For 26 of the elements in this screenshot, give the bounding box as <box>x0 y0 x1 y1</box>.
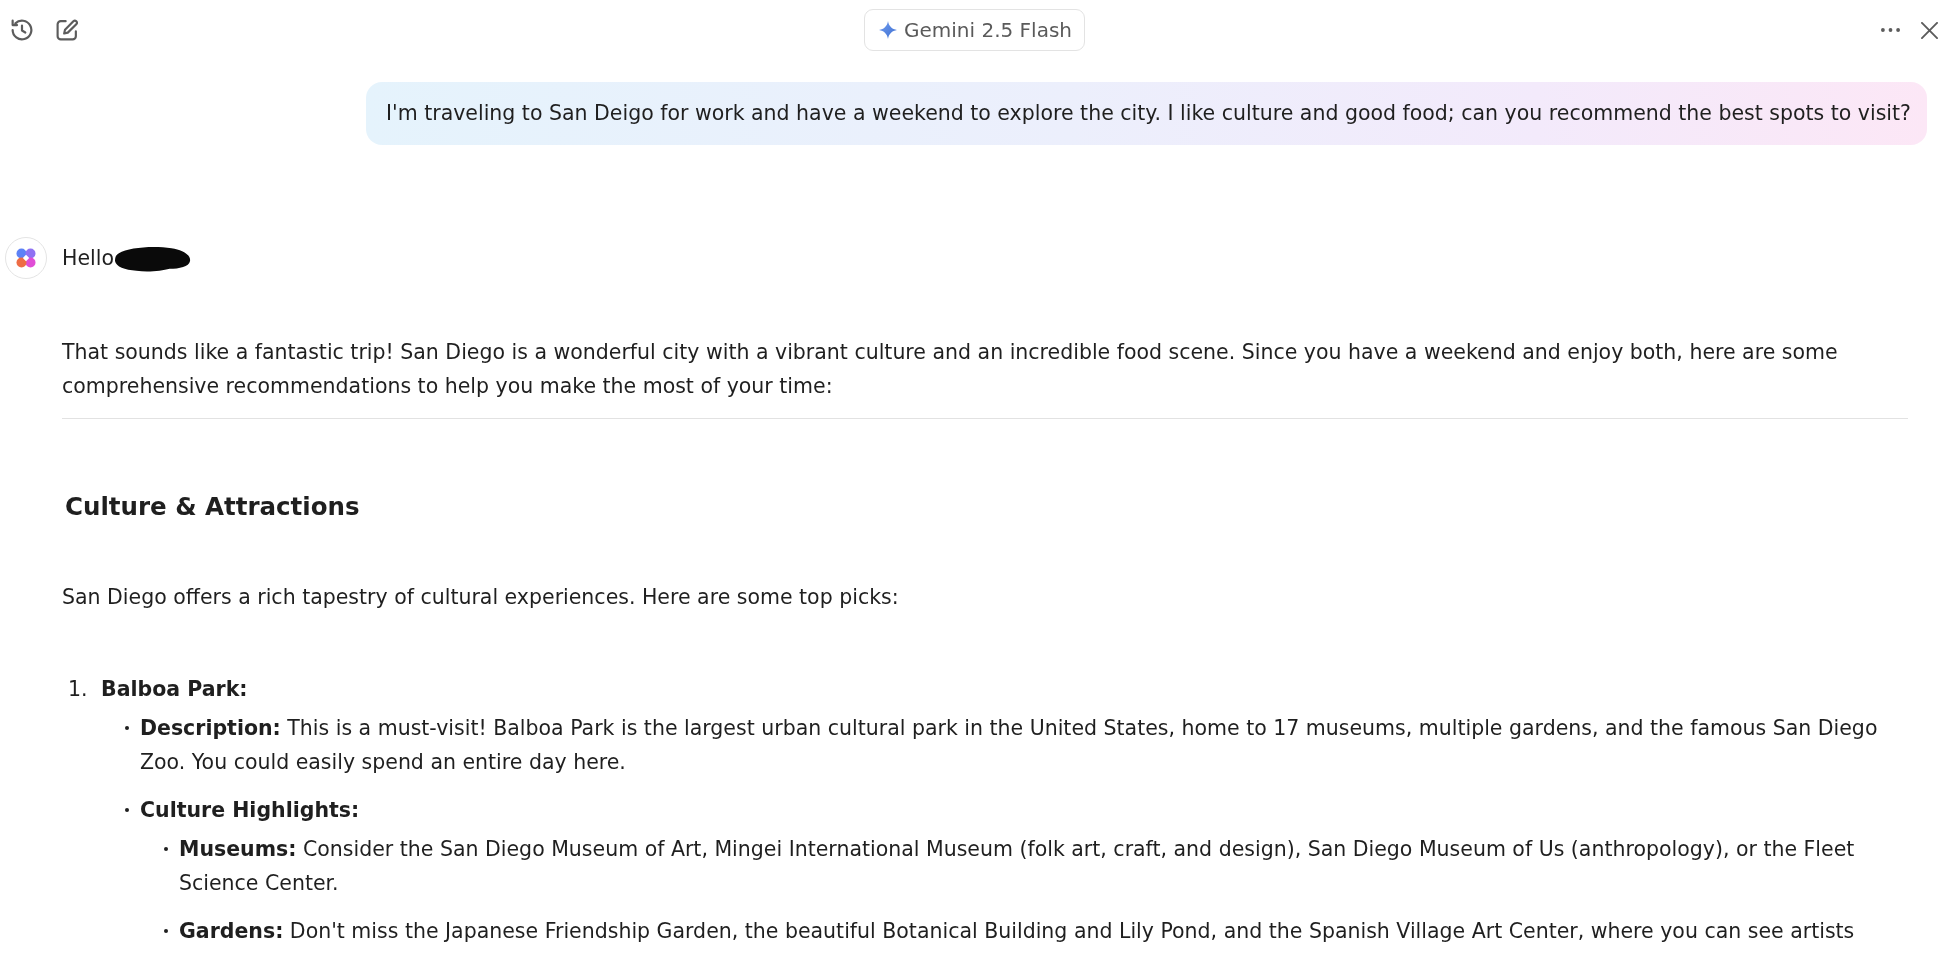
bullet-icon <box>125 726 129 730</box>
greeting-text: Hello <box>62 245 114 272</box>
section-heading: Culture & Attractions <box>64 491 361 523</box>
list-item-text: Description: This is a must-visit! Balboa Park is the largest urban cultural park in the United States, home to 17 museums, multiple gardens, and the famous San Diego Zoo. You could easily spend an entire day here. <box>140 715 1879 776</box>
list-item-text: Gardens: Don't miss the Japanese Friendship Garden, the beautiful Botanical Building and Lily Pond, and the Spanish Village Art Center, where you can see artists <box>179 918 1856 945</box>
sparkle-icon <box>879 21 897 39</box>
more-button[interactable] <box>1881 28 1900 32</box>
paragraph-text: That sounds like a fantastic trip! San Diego is a wonderful city with a vibrant culture and an incredible food scene. Since you have a weekend and enjoy both, here are some comprehensive recommendations to help you make the most of your time: <box>62 339 1839 400</box>
bullet-icon <box>164 847 168 851</box>
list-item-text: Culture Highlights: <box>140 797 361 824</box>
edit-icon <box>56 19 78 41</box>
close-button[interactable] <box>1921 21 1938 39</box>
bullet-icon <box>125 808 129 812</box>
bullet-icon <box>164 929 168 933</box>
history-icon <box>11 19 33 41</box>
list-item-text: Museums: Consider the San Diego Museum of Art, Mingei International Museum (folk art, craft, and design), San Diego Museum of Us (anthropology), or the Fleet Science Center. <box>179 836 1856 897</box>
list-number: 1. <box>68 676 89 703</box>
model-selector[interactable]: Gemini 2.5 Flash <box>864 9 1085 51</box>
user-message-text: I'm traveling to San Deigo for work and have a weekend to explore the city. I like culture and good food; can you recommend the best spots to visit? <box>386 100 1911 127</box>
more-icon <box>1881 28 1900 32</box>
close-icon <box>1921 21 1938 39</box>
assistant-logo-icon <box>5 237 47 279</box>
edit-button[interactable] <box>56 19 78 41</box>
history-button[interactable] <box>11 19 33 41</box>
paragraph-text: San Diego offers a rich tapestry of cultural experiences. Here are some top picks: <box>62 584 900 611</box>
list-item-text: Balboa Park: <box>101 676 249 703</box>
